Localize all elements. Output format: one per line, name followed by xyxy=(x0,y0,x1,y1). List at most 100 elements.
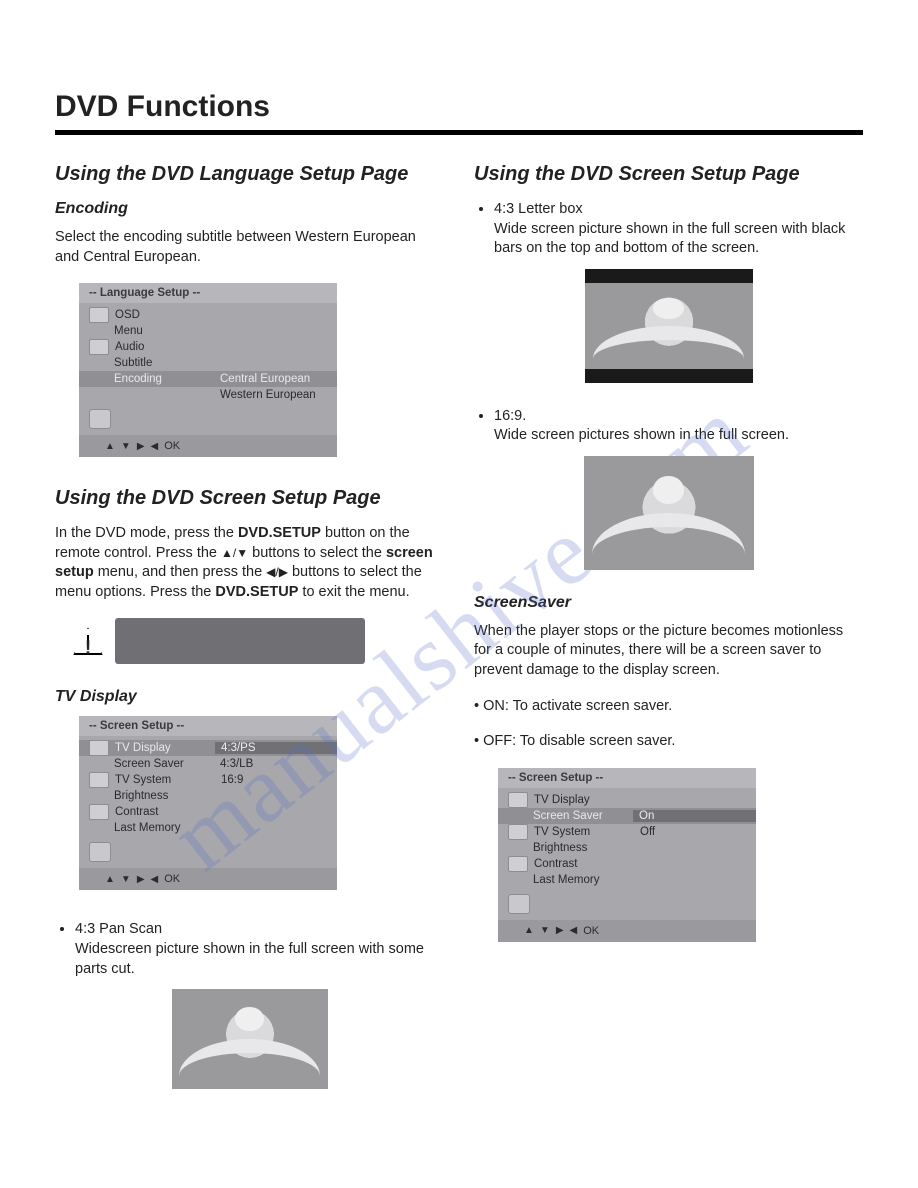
globe-icon xyxy=(89,772,109,788)
left-icon: ◀ xyxy=(570,925,578,936)
bullet-169: 16:9. Wide screen pictures shown in the … xyxy=(494,407,863,446)
osd-row-lastmemory: Last Memory xyxy=(79,820,337,836)
bullet-panscan: 4:3 Pan Scan Widescreen picture shown in… xyxy=(75,920,444,979)
display-icon xyxy=(89,740,109,756)
osd-title: -- Language Setup -- xyxy=(79,283,337,303)
screensaver-on: • ON: To activate screen saver. xyxy=(474,697,863,717)
osd-label: TV System xyxy=(534,826,634,838)
up-icon: ▲ xyxy=(524,925,534,936)
osd-label: Contrast xyxy=(115,806,215,818)
osd-bottom-icon-row xyxy=(79,403,337,435)
warning-bar xyxy=(115,618,365,664)
osd-row-contrast: Contrast xyxy=(498,856,756,872)
photo-panscan xyxy=(172,989,328,1089)
osd-label: TV System xyxy=(115,774,215,786)
osd-option: On xyxy=(633,810,756,822)
osd-row-tvsystem: TV System Off xyxy=(498,824,756,840)
osd-row-subtitle: Subtitle xyxy=(79,355,337,371)
section-screen-title-left: Using the DVD Screen Setup Page xyxy=(55,487,444,510)
osd-row-osd: OSD xyxy=(79,307,337,323)
tv-display-heading: TV Display xyxy=(55,688,444,706)
left-icon: ◀ xyxy=(151,441,159,452)
section-language-title: Using the DVD Language Setup Page xyxy=(55,163,444,186)
osd-row-screensaver: Screen Saver On xyxy=(498,808,756,824)
osd-label: Last Memory xyxy=(533,874,633,886)
warning-icon: ! xyxy=(73,627,103,655)
osd-row-brightness: Brightness xyxy=(498,840,756,856)
osd-option: 16:9 xyxy=(215,774,337,786)
updown-icon: ▲/▼ xyxy=(221,546,248,560)
osd-row-contrast: Contrast xyxy=(79,804,337,820)
osd-row-brightness: Brightness xyxy=(79,788,337,804)
osd-option: Central European xyxy=(214,373,337,385)
leftright-icon: ◀/▶ xyxy=(266,565,288,579)
osd-row-encoding: Encoding Central European xyxy=(79,371,337,387)
display-icon xyxy=(508,792,528,808)
osd-label: TV Display xyxy=(115,742,215,754)
screensaver-heading: ScreenSaver xyxy=(474,594,863,612)
osd-screen-setup-1: -- Screen Setup -- TV Display 4:3/PS Scr… xyxy=(79,716,337,890)
left-icon: ◀ xyxy=(151,874,159,885)
osd-label: Screen Saver xyxy=(114,758,214,770)
osd-footer: ▲ ▼ ▶ ◀ OK xyxy=(498,920,756,942)
osd-row-audio: Audio xyxy=(79,339,337,355)
osd-row-screensaver: Screen Saver 4:3/LB xyxy=(79,756,337,772)
osd-label: Contrast xyxy=(534,858,634,870)
osd-label: TV Display xyxy=(534,794,634,806)
osd-label: Brightness xyxy=(114,790,214,802)
audio-icon xyxy=(89,339,109,355)
ok-label: OK xyxy=(164,873,180,885)
up-icon: ▲ xyxy=(105,874,115,885)
osd-language-setup: -- Language Setup -- OSD Menu Audio xyxy=(79,283,337,457)
osd-row-encoding-opt2: Western European xyxy=(79,387,337,403)
down-icon: ▼ xyxy=(540,925,550,936)
osd-row-menu: Menu xyxy=(79,323,337,339)
osd-label: OSD xyxy=(115,309,215,321)
right-icon: ▶ xyxy=(556,925,564,936)
osd-option: 4:3/PS xyxy=(215,742,337,754)
osd-row-tvdisplay: TV Display xyxy=(498,792,756,808)
osd-row-tvdisplay: TV Display 4:3/PS xyxy=(79,740,337,756)
osd-label: Brightness xyxy=(533,842,633,854)
screensaver-text: When the player stops or the picture bec… xyxy=(474,622,863,681)
up-icon: ▲ xyxy=(105,441,115,452)
down-icon: ▼ xyxy=(121,874,131,885)
tools-icon xyxy=(89,842,111,862)
tools-icon xyxy=(89,409,111,429)
right-icon: ▶ xyxy=(137,874,145,885)
right-column: Using the DVD Screen Setup Page 4:3 Lett… xyxy=(474,163,863,1113)
osd-label: Encoding xyxy=(114,373,214,385)
warning-block: ! xyxy=(73,618,444,664)
tools-icon xyxy=(508,894,530,914)
osd-footer: ▲ ▼ ▶ ◀ OK xyxy=(79,435,337,457)
photo-169 xyxy=(584,456,754,570)
screensaver-off: • OFF: To disable screen saver. xyxy=(474,732,863,752)
right-icon: ▶ xyxy=(137,441,145,452)
osd-label: Subtitle xyxy=(114,357,214,369)
osd-title: -- Screen Setup -- xyxy=(498,768,756,788)
osd-label: Screen Saver xyxy=(533,810,633,822)
globe-icon xyxy=(508,824,528,840)
osd-option: Western European xyxy=(214,389,337,401)
contrast-icon xyxy=(508,856,528,872)
osd-row-lastmemory: Last Memory xyxy=(498,872,756,888)
osd-footer: ▲ ▼ ▶ ◀ OK xyxy=(79,868,337,890)
ok-label: OK xyxy=(164,440,180,452)
osd-label: Last Memory xyxy=(114,822,214,834)
osd-screen-setup-2: -- Screen Setup -- TV Display Screen Sav… xyxy=(498,768,756,942)
encoding-text: Select the encoding subtitle between Wes… xyxy=(55,228,444,267)
encoding-heading: Encoding xyxy=(55,200,444,218)
photo-letterbox xyxy=(585,269,753,383)
osd-option: Off xyxy=(634,826,756,838)
osd-title: -- Screen Setup -- xyxy=(79,716,337,736)
osd-row-tvsystem: TV System 16:9 xyxy=(79,772,337,788)
contrast-icon xyxy=(89,804,109,820)
bullet-letterbox: 4:3 Letter box Wide screen picture shown… xyxy=(494,200,863,259)
page-title: DVD Functions xyxy=(55,90,863,124)
title-rule xyxy=(55,130,863,135)
osd-option: 4:3/LB xyxy=(214,758,337,770)
osd-label: Audio xyxy=(115,341,215,353)
osd-label: Menu xyxy=(114,325,214,337)
display-icon xyxy=(89,307,109,323)
left-column: Using the DVD Language Setup Page Encodi… xyxy=(55,163,444,1113)
